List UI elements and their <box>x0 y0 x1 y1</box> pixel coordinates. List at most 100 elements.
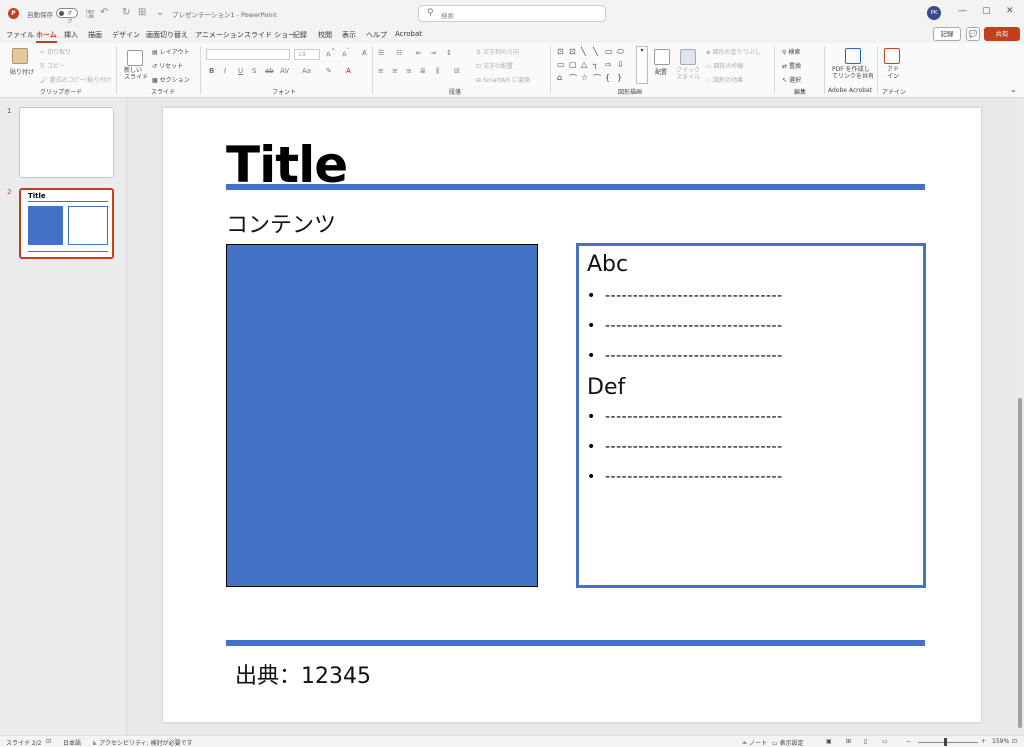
line-spacing-icon[interactable]: ↕ <box>446 49 452 57</box>
shape-fill-button[interactable]: ◈ 図形の塗りつぶし <box>706 47 761 56</box>
textbox-shape-icon[interactable]: ⊡ <box>557 47 564 56</box>
arrow-down-shape-icon[interactable]: ⇩ <box>617 60 624 69</box>
slide-thumbnail-1[interactable] <box>19 107 114 178</box>
minimize-icon[interactable]: — <box>958 6 967 16</box>
slide-canvas[interactable]: Title コンテンツ Abc • -----------------------… <box>163 108 981 722</box>
tab-record[interactable]: 記録 <box>293 30 307 40</box>
scrollbar-thumb[interactable] <box>1018 398 1022 728</box>
strikethrough-icon[interactable]: ab <box>265 67 274 75</box>
layout-button[interactable]: ▤ レイアウト <box>152 47 190 56</box>
tab-view[interactable]: 表示 <box>342 30 356 40</box>
spellcheck-icon[interactable]: ⊡ <box>46 738 51 745</box>
increase-indent-icon[interactable]: ⇥ <box>430 49 436 57</box>
accessibility-status[interactable]: ♿ アクセシビリティ: 検討が必要です <box>92 738 193 747</box>
select-button[interactable]: ↖ 選択 <box>782 75 801 84</box>
decrease-indent-icon[interactable]: ⇤ <box>416 49 422 57</box>
brace-left-shape-icon[interactable]: { <box>605 73 610 82</box>
highlight-icon[interactable]: ✎ <box>326 67 332 75</box>
font-color-icon[interactable]: A <box>346 67 351 75</box>
bullets-icon[interactable]: ☰ <box>378 49 384 57</box>
elbow-connector-shape-icon[interactable]: ┐ <box>593 60 598 69</box>
language[interactable]: 日本語 <box>63 738 81 747</box>
collapse-ribbon-icon[interactable]: ⌄ <box>1010 85 1017 94</box>
format-painter-button[interactable]: 🖌 書式のコピー/貼り付け <box>40 75 112 84</box>
rectangle-shape-icon[interactable]: ▭ <box>605 47 613 56</box>
find-button[interactable]: ⚲ 検索 <box>782 47 800 56</box>
undo-icon[interactable]: ↶ <box>100 7 108 18</box>
char-spacing-icon[interactable]: AV <box>280 67 289 75</box>
notes-button[interactable]: ≐ ノート <box>742 738 767 747</box>
tab-slideshow[interactable]: スライド ショー <box>244 30 295 40</box>
tab-file[interactable]: ファイル <box>6 30 34 40</box>
shadow-icon[interactable]: S <box>252 67 256 75</box>
autosave-toggle[interactable]: オフ <box>56 8 78 25</box>
redo-icon[interactable]: ↻ <box>122 7 130 18</box>
arrange-label[interactable]: 配置 <box>655 67 667 76</box>
footer-rule[interactable] <box>226 640 925 646</box>
zoom-in-icon[interactable]: + <box>981 738 986 745</box>
underline-icon[interactable]: U <box>238 67 243 75</box>
increase-font-icon[interactable]: A^ <box>326 49 336 58</box>
align-right-icon[interactable]: ≡ <box>406 67 412 75</box>
cut-button[interactable]: ✂ 切り取り <box>40 47 71 56</box>
create-pdf-label[interactable]: PDF を作成し てリンクを共有 <box>832 66 874 80</box>
shapes-gallery-scroll[interactable]: ▾ <box>636 46 648 84</box>
brace-right-shape-icon[interactable]: } <box>617 73 622 82</box>
create-pdf-icon[interactable] <box>845 48 861 64</box>
more-icon[interactable]: ⌄ <box>156 7 164 18</box>
align-left-icon[interactable]: ≡ <box>378 67 384 75</box>
freeform-shape-icon[interactable]: ⌂ <box>557 73 562 82</box>
clear-format-icon[interactable]: A̸ <box>362 49 367 57</box>
align-center-icon[interactable]: ≡ <box>392 67 398 75</box>
oval-shape-icon[interactable]: ⬭ <box>617 47 624 57</box>
paragraph-settings-icon[interactable]: ⊟ <box>454 67 460 75</box>
title-rule[interactable] <box>226 184 925 190</box>
copy-button[interactable]: ⎘ コピー <box>40 61 65 71</box>
arrange-icon[interactable] <box>654 49 670 65</box>
new-slide-label[interactable]: 新しい スライド <box>124 67 148 81</box>
line-shape-icon[interactable]: ╲ <box>581 47 586 56</box>
change-case-icon[interactable]: Aa <box>302 67 311 75</box>
textbox-vertical-shape-icon[interactable]: ⊡ <box>569 47 576 56</box>
triangle-shape-icon[interactable]: △ <box>581 60 587 69</box>
slideshow-view-icon[interactable]: ▭ <box>882 738 888 745</box>
record-button[interactable]: 記録 <box>933 27 961 41</box>
slide-thumbnail-2[interactable]: Title <box>19 188 114 259</box>
source-text[interactable]: 出典：12345 <box>235 658 371 690</box>
justify-icon[interactable]: ≣ <box>420 67 426 75</box>
rect-shape-icon[interactable]: ▭ <box>557 60 565 69</box>
smartart-button[interactable]: ⊞ SmartArt に変換 <box>476 75 530 84</box>
quick-styles-label[interactable]: クイック スタイル <box>676 67 700 81</box>
font-size-dropdown[interactable]: 18 <box>294 49 320 60</box>
vertical-scrollbar[interactable] <box>1016 98 1024 735</box>
text-content-box[interactable]: Abc • -------------------------------- • -… <box>576 243 926 588</box>
tab-home[interactable]: ホーム <box>36 30 57 43</box>
align-text-button[interactable]: ⊡ 文字の配置 <box>476 61 513 70</box>
new-slide-icon[interactable] <box>127 50 143 66</box>
zoom-slider[interactable] <box>918 742 978 743</box>
tab-help[interactable]: ヘルプ <box>366 30 387 40</box>
italic-icon[interactable]: I <box>224 67 226 75</box>
numbering-icon[interactable]: ☷ <box>396 49 402 57</box>
shape-effects-button[interactable]: ◌ 図形の効果 <box>706 75 743 84</box>
quick-styles-icon[interactable] <box>680 49 696 65</box>
reset-button[interactable]: ↺ リセット <box>152 61 183 70</box>
decrease-font-icon[interactable]: Aˇ <box>342 49 350 58</box>
blue-content-box[interactable] <box>226 244 538 587</box>
shape-outline-button[interactable]: ▭ 図形の枠線 <box>706 61 744 70</box>
display-settings-button[interactable]: ▭ 表示設定 <box>772 738 804 747</box>
maximize-icon[interactable]: ▢ <box>982 6 991 16</box>
save-icon[interactable]: 🖫 <box>86 7 95 24</box>
comment-icon[interactable]: 💬 <box>966 27 980 41</box>
star-shape-icon[interactable]: ☆ <box>581 73 588 82</box>
font-name-dropdown[interactable] <box>206 49 290 60</box>
section-button[interactable]: ▦ セクション <box>152 75 190 84</box>
share-button[interactable]: 共有 <box>984 27 1020 41</box>
tab-draw[interactable]: 描画 <box>88 30 102 40</box>
paste-label[interactable]: 貼り付け <box>10 67 34 76</box>
replace-button[interactable]: ⇄ 置換 <box>782 61 801 70</box>
zoom-level[interactable]: 159% <box>992 738 1009 745</box>
tab-animations[interactable]: アニメーション <box>195 30 244 40</box>
tab-transitions[interactable]: 画面切り替え <box>146 30 188 40</box>
slide-sorter-icon[interactable]: ⊞ <box>846 738 851 745</box>
